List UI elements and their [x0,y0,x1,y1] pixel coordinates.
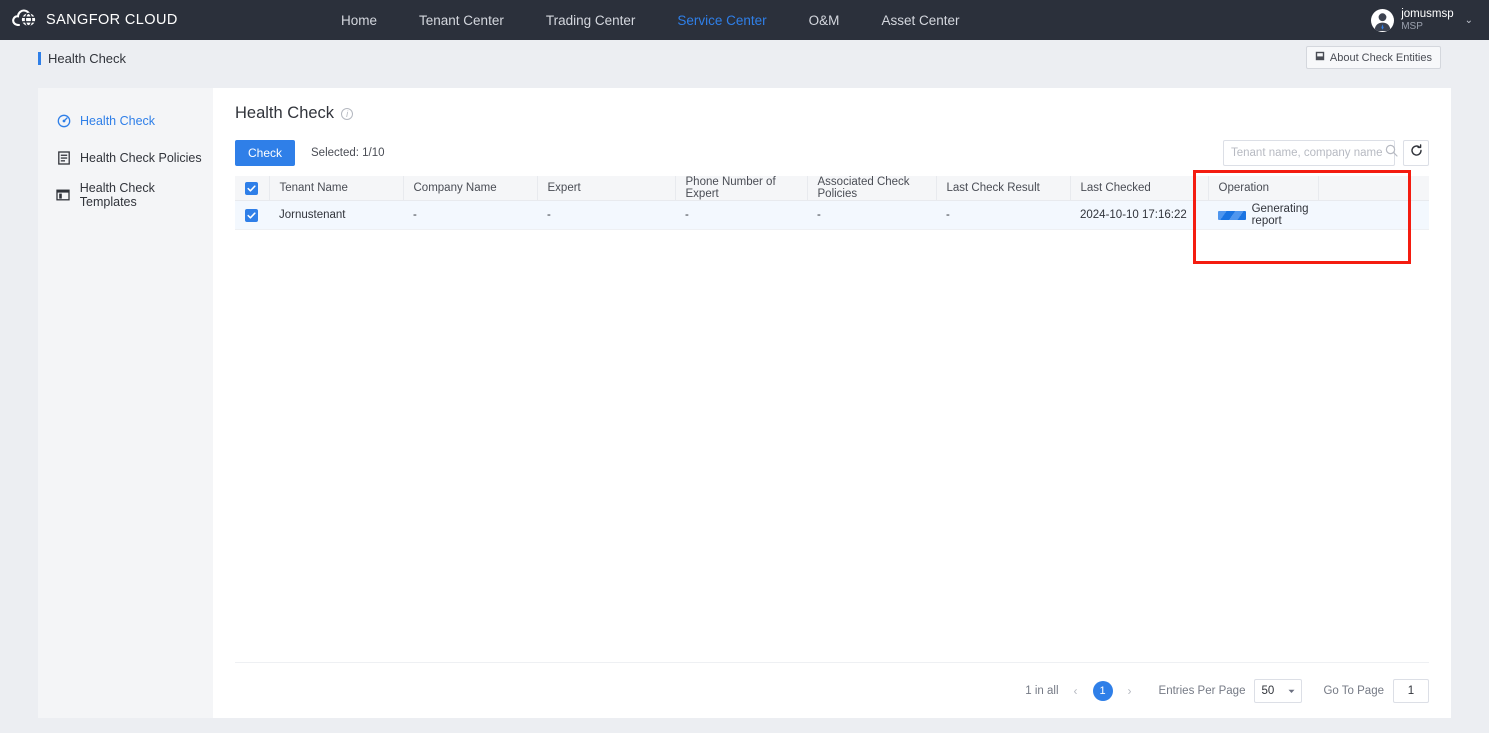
template-icon [56,187,71,202]
info-icon[interactable]: i [341,107,354,120]
nav-item-trading-center[interactable]: Trading Center [525,0,657,40]
page-shell: Health Check Health Check Policies Healt… [38,88,1451,718]
brand-logo[interactable]: SANGFOR CLOUD [0,8,300,33]
next-page-button[interactable]: › [1122,684,1138,698]
select-all-header [235,176,270,201]
cell-phone-number-of-expert: - [675,200,807,230]
document-icon [56,150,71,165]
go-to-page-input[interactable] [1393,678,1429,703]
column-header-company-name[interactable]: Company Name [403,176,538,201]
nav-item-tenant-center[interactable]: Tenant Center [398,0,525,40]
about-check-entities-button[interactable]: About Check Entities [1305,46,1441,69]
column-header-associated-check-policies[interactable]: Associated Check Policies [807,176,937,201]
cell-last-check-result: - [936,200,1070,230]
total-count-label: 1 in all [1025,684,1059,697]
content-panel: Health Check i Check Selected: 1/10 Tena… [213,88,1451,718]
brand-name: SANGFOR CLOUD [46,12,178,28]
main-nav: Home Tenant Center Trading Center Servic… [320,0,980,40]
breadcrumb-accent-bar [38,51,41,65]
column-header-expert[interactable]: Expert [537,176,676,201]
cell-expert: - [537,200,675,230]
cell-operation: Generating report [1208,200,1319,230]
chevron-down-icon: ⌄ [1464,14,1473,26]
nav-item-home[interactable]: Home [320,0,398,40]
cell-spacer [1318,200,1429,230]
column-header-phone-number-of-expert[interactable]: Phone Number of Expert [675,176,808,201]
health-check-table: Tenant Name Company Name Expert Phone Nu… [235,176,1429,230]
breadcrumb: Health Check [0,51,126,66]
refresh-icon [1410,144,1423,162]
cell-associated-check-policies: - [807,200,936,230]
table-header-row: Tenant Name Company Name Expert Phone Nu… [235,176,1429,201]
cell-tenant-name: Jornustenant [269,200,403,230]
user-name: jomusmsp [1401,7,1454,20]
entries-per-page-value: 50 [1261,684,1275,697]
page-title: Health Check [235,104,335,122]
user-profile-menu[interactable]: jomusmsp MSP ⌄ [1371,0,1473,40]
breadcrumb-title: Health Check [48,50,127,66]
column-header-tenant-name[interactable]: Tenant Name [269,176,404,201]
column-header-operation: Operation [1208,176,1319,201]
nav-item-asset-center[interactable]: Asset Center [860,0,980,40]
pagination: 1 in all ‹ 1 › Entries Per Page 50 Go To… [235,662,1429,718]
sidebar: Health Check Health Check Policies Healt… [38,88,213,718]
top-navigation-bar: SANGFOR CLOUD Home Tenant Center Trading… [0,0,1489,40]
sidebar-item-label: Health Check Policies [80,150,202,165]
gauge-icon [56,113,71,128]
table-toolbar: Check Selected: 1/10 [235,140,1429,166]
cell-last-checked: 2024-10-10 17:16:22 [1070,200,1208,230]
nav-item-om[interactable]: O&M [788,0,861,40]
search-box[interactable] [1223,140,1398,166]
sidebar-item-health-check-policies[interactable]: Health Check Policies [38,139,213,176]
select-all-checkbox[interactable] [245,181,258,195]
cell-company-name: - [403,200,537,230]
operation-status-label: Generating report [1251,203,1309,227]
column-header-spacer [1318,176,1429,201]
check-button[interactable]: Check [235,140,296,166]
sidebar-item-label: Health Check [80,113,156,128]
sidebar-item-health-check-templates[interactable]: Health Check Templates [38,176,213,213]
entries-per-page-label: Entries Per Page [1158,684,1246,697]
entries-per-page-select[interactable]: 50 [1254,678,1303,703]
refresh-button[interactable] [1403,140,1429,166]
go-to-page-label: Go To Page [1323,684,1384,697]
row-checkbox[interactable] [245,208,258,222]
nav-item-service-center[interactable]: Service Center [656,0,787,40]
avatar [1371,8,1395,32]
toolbar-right-group [1223,140,1429,166]
search-icon[interactable] [1385,144,1398,162]
table-row[interactable]: Jornustenant - - - - - 2024-10-10 17:16:… [235,200,1429,230]
page-number-1[interactable]: 1 [1092,680,1113,701]
sidebar-item-label: Health Check Templates [79,180,155,209]
user-role: MSP [1401,20,1423,32]
column-header-last-checked[interactable]: Last Checked [1070,176,1209,201]
report-progress-bar [1218,210,1246,220]
column-header-last-check-result[interactable]: Last Check Result [936,176,1071,201]
about-check-entities-label: About Check Entities [1329,51,1432,64]
cloud-globe-logo-icon [12,8,38,33]
chevron-down-icon [1288,685,1295,697]
row-select-cell [235,200,269,230]
breadcrumb-bar: Health Check About Check Entities [0,40,1489,76]
book-icon [1315,51,1325,64]
selected-count-label: Selected: 1/10 [311,147,385,159]
prev-page-button[interactable]: ‹ [1068,684,1084,698]
search-input[interactable] [1231,147,1385,159]
sidebar-item-health-check[interactable]: Health Check [38,102,213,139]
page-title-row: Health Check i [235,104,1429,123]
